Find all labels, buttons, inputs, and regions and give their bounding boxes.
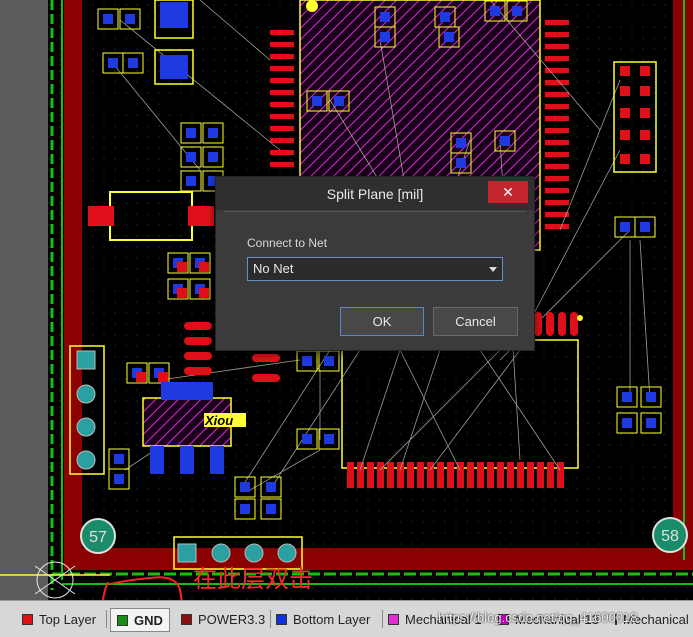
- net-select[interactable]: No Net: [247, 257, 503, 281]
- bottom-layer-swatch-icon: [276, 613, 287, 625]
- silk-text: Xiou: [204, 413, 233, 428]
- layer-tab-bottom-layer[interactable]: Bottom Layer: [276, 608, 370, 630]
- split-plane-dialog: Split Plane [mil] ✕ Connect to Net No Ne…: [215, 176, 535, 351]
- designator-57: 57: [89, 529, 107, 546]
- layer-tab-top-layer[interactable]: Top Layer: [22, 608, 96, 630]
- top-layer-swatch-icon: [22, 613, 33, 625]
- layer-tab-gnd[interactable]: GND: [110, 608, 170, 632]
- mechanical-swatch-icon: [388, 613, 399, 625]
- layer-tab-label: Top Layer: [39, 611, 97, 627]
- designator-58: 58: [661, 528, 679, 545]
- close-icon[interactable]: ✕: [488, 181, 528, 203]
- layer-tab-power33[interactable]: POWER3.3: [181, 608, 265, 630]
- ok-button[interactable]: OK: [340, 307, 424, 336]
- instruction-annotation: 在此层双击: [193, 566, 313, 593]
- layer-tab-label: POWER3.3: [198, 611, 266, 627]
- gnd-swatch-icon: [117, 614, 128, 626]
- power-swatch-icon: [181, 613, 192, 625]
- net-select-value: No Net: [253, 261, 294, 276]
- layer-tab-label: GND: [134, 612, 163, 628]
- cancel-button[interactable]: Cancel: [433, 307, 518, 336]
- layer-tab-label: Bottom Layer: [293, 611, 371, 627]
- watermark: https://blog.csdn.net/qq_41600018: [438, 610, 638, 625]
- dialog-title: Split Plane [mil]: [216, 177, 534, 210]
- chevron-down-icon: [489, 267, 497, 272]
- connect-to-net-label: Connect to Net: [247, 236, 328, 250]
